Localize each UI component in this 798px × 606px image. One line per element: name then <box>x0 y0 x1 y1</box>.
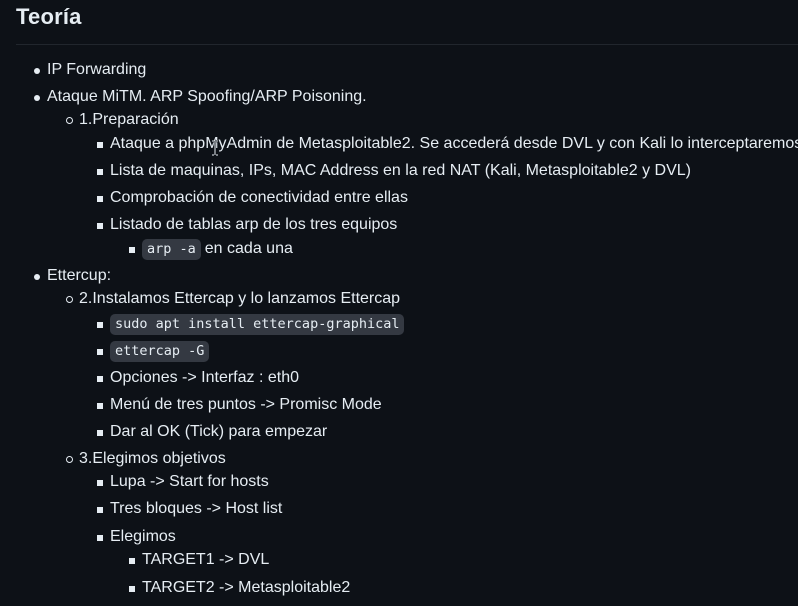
list-item-arp-command: arp -a en cada una <box>126 238 293 260</box>
list-item-install-command: sudo apt install ettercap-graphical <box>94 313 405 335</box>
list-item-label: IP Forwarding <box>47 61 147 78</box>
list-item-prep-3: Comprobación de conectividad entre ellas <box>94 187 408 209</box>
square-bullet-icon <box>94 422 110 442</box>
circle-bullet-icon <box>63 110 79 130</box>
list-item-label: 2.Instalamos Ettercap y lo lanzamos Ette… <box>79 290 401 307</box>
disc-bullet-icon <box>31 266 47 286</box>
list-item-obj-3: Elegimos <box>94 526 176 548</box>
list-item-label: Menú de tres puntos -> Promisc Mode <box>110 396 382 413</box>
square-bullet-icon <box>94 134 110 154</box>
list-item-inst-5: Dar al OK (Tick) para empezar <box>94 421 327 443</box>
list-item-label: TARGET2 -> Metasploitable2 <box>142 579 351 596</box>
list-item-label: Elegimos <box>110 528 176 545</box>
list-item-label: en cada una <box>204 240 293 257</box>
disc-bullet-icon <box>31 87 47 107</box>
list-item-preparacion: 1.Preparación <box>63 109 179 131</box>
list-item-mitm: Ataque MiTM. ARP Spoofing/ARP Poisoning. <box>31 86 367 108</box>
text-cursor-icon <box>212 140 218 156</box>
square-bullet-icon <box>126 239 142 259</box>
list-item-ip-forwarding: IP Forwarding <box>31 59 146 81</box>
square-bullet-icon <box>94 499 110 519</box>
circle-bullet-icon <box>63 289 79 309</box>
inline-code: sudo apt install ettercap-graphical <box>110 313 405 335</box>
list-item-label: Tres bloques -> Host list <box>110 500 283 517</box>
square-bullet-icon <box>94 314 110 334</box>
heading-divider <box>16 44 798 45</box>
square-bullet-icon <box>94 215 110 235</box>
list-item-label: Lista de maquinas, IPs, MAC Address en l… <box>110 162 692 179</box>
list-item-label: Listado de tablas arp de los tres equipo… <box>110 216 398 233</box>
square-bullet-icon <box>94 161 110 181</box>
square-bullet-icon <box>94 368 110 388</box>
list-item-inst-3: Opciones -> Interfaz : eth0 <box>94 367 299 389</box>
square-bullet-icon <box>126 578 142 598</box>
list-item-instalamos: 2.Instalamos Ettercap y lo lanzamos Ette… <box>63 288 400 310</box>
square-bullet-icon <box>94 395 110 415</box>
list-item-inst-4: Menú de tres puntos -> Promisc Mode <box>94 394 382 416</box>
list-item-label: Dar al OK (Tick) para empezar <box>110 423 328 440</box>
square-bullet-icon <box>94 188 110 208</box>
list-item-objetivos: 3.Elegimos objetivos <box>63 448 226 470</box>
list-item-label: Ataque MiTM. ARP Spoofing/ARP Poisoning. <box>47 88 367 105</box>
list-item-obj-2: Tres bloques -> Host list <box>94 498 282 520</box>
square-bullet-icon <box>126 550 142 570</box>
list-item-prep-2: Lista de maquinas, IPs, MAC Address en l… <box>94 160 691 182</box>
list-item-prep-4: Listado de tablas arp de los tres equipo… <box>94 214 397 236</box>
inline-code: ettercap -G <box>110 340 210 362</box>
inline-code: arp -a <box>142 238 201 260</box>
list-item-label: 1.Preparación <box>79 111 179 128</box>
square-bullet-icon <box>94 527 110 547</box>
square-bullet-icon <box>94 472 110 492</box>
list-item-target-1: TARGET1 -> DVL <box>126 549 269 571</box>
circle-bullet-icon <box>63 449 79 469</box>
list-item-label: 3.Elegimos objetivos <box>79 450 226 467</box>
list-item-label: TARGET1 -> DVL <box>142 551 270 568</box>
square-bullet-icon <box>94 341 110 361</box>
disc-bullet-icon <box>31 60 47 80</box>
list-item-label: Opciones -> Interfaz : eth0 <box>110 369 299 386</box>
list-item-label: Lupa -> Start for hosts <box>110 473 269 490</box>
list-item-label: Ettercup: <box>47 267 112 284</box>
list-item-target-2: TARGET2 -> Metasploitable2 <box>126 577 350 599</box>
list-item-prep-1: Ataque a phpMyAdmin de Metasploitable2. … <box>94 133 798 155</box>
list-item-launch-command: ettercap -G <box>94 340 210 362</box>
list-item-ettercup: Ettercup: <box>31 265 111 287</box>
page-title: Teoría <box>16 4 82 29</box>
list-item-label: Comprobación de conectividad entre ellas <box>110 189 408 206</box>
list-item-obj-1: Lupa -> Start for hosts <box>94 471 269 493</box>
